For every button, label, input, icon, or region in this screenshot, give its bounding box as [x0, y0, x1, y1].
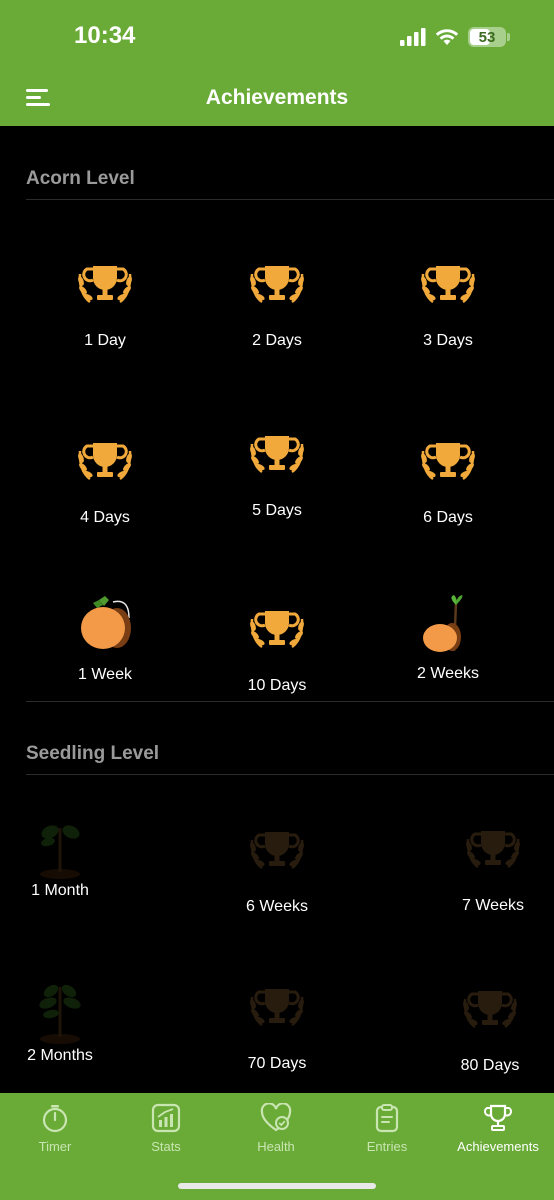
achievement-10-days[interactable]: 10 Days	[202, 605, 352, 695]
achievement-1-day[interactable]: 1 Day	[30, 260, 180, 350]
tab-label: Timer	[38, 1139, 72, 1154]
achievement-label: 4 Days	[80, 509, 130, 526]
trophy-icon	[250, 832, 304, 870]
achievement-2-weeks[interactable]: 2 Weeks	[373, 593, 523, 683]
section-title-seedling: Seedling Level	[26, 743, 160, 764]
achievement-label: 2 Days	[252, 332, 302, 349]
top-bar: 10:34 53 Achievements	[0, 0, 554, 126]
achievement-5-days[interactable]: 5 Days	[202, 430, 352, 520]
heart-check-icon	[260, 1103, 292, 1132]
achievement-2-days[interactable]: 2 Days	[202, 260, 352, 350]
achievement-1-week[interactable]: 1 Week	[30, 594, 180, 684]
achievement-label: 5 Days	[252, 502, 302, 519]
achievement-2-months[interactable]: 2 Months	[0, 975, 135, 1065]
clipboard-icon	[375, 1104, 399, 1133]
trophy-icon	[78, 266, 132, 304]
trophy-icon	[250, 989, 304, 1027]
tab-label: Stats	[151, 1139, 181, 1154]
tab-stats[interactable]: Stats	[111, 1093, 221, 1163]
trophy-icon	[421, 266, 475, 304]
achievement-70-days[interactable]: 70 Days	[202, 983, 352, 1073]
tab-entries[interactable]: Entries	[332, 1093, 442, 1163]
trophy-icon	[250, 436, 304, 474]
battery-icon: 53	[468, 27, 510, 47]
tab-label: Entries	[366, 1139, 408, 1154]
trophy-icon	[466, 831, 520, 869]
stopwatch-icon	[42, 1105, 68, 1133]
seedling-icon	[39, 984, 81, 1044]
achievement-label: 6 Days	[423, 509, 473, 526]
trophy-icon	[421, 443, 475, 481]
achievement-7-weeks[interactable]: 7 Weeks	[418, 825, 554, 915]
page-title: Achievements	[205, 86, 349, 109]
achievement-6-weeks[interactable]: 6 Weeks	[202, 826, 352, 916]
divider	[26, 701, 554, 702]
tab-health[interactable]: Health	[221, 1093, 331, 1163]
wifi-icon	[435, 29, 459, 45]
achievement-label: 2 Months	[27, 1047, 93, 1064]
tab-achievements[interactable]: Achievements	[443, 1093, 553, 1163]
achievement-3-days[interactable]: 3 Days	[373, 260, 523, 350]
achievement-label: 1 Week	[78, 666, 132, 683]
tab-label: Achievements	[457, 1139, 539, 1154]
achievement-label: 70 Days	[247, 1055, 307, 1072]
achievement-label: 6 Weeks	[246, 898, 308, 915]
achievement-label: 10 Days	[247, 677, 307, 694]
home-indicator[interactable]	[178, 1183, 376, 1189]
signal-icon	[400, 28, 426, 46]
achievement-label: 7 Weeks	[462, 897, 524, 914]
acorn-icon	[81, 596, 131, 649]
achievement-label: 1 Day	[84, 332, 126, 349]
trophy-icon	[463, 991, 517, 1029]
trophy-icon	[250, 611, 304, 649]
achievement-1-month[interactable]: 1 Month	[0, 810, 135, 900]
divider	[26, 199, 554, 200]
status-time: 10:34	[74, 22, 136, 49]
trophy-icon	[484, 1104, 512, 1131]
achievement-4-days[interactable]: 4 Days	[30, 437, 180, 527]
sprouting-acorn-icon	[423, 595, 463, 652]
battery-level: 53	[478, 28, 496, 46]
achievement-6-days[interactable]: 6 Days	[373, 437, 523, 527]
trophy-icon	[78, 443, 132, 481]
status-icons: 53	[400, 26, 510, 48]
tab-timer[interactable]: Timer	[0, 1093, 110, 1163]
achievement-label: 80 Days	[460, 1057, 520, 1074]
divider	[26, 774, 554, 775]
section-title-acorn: Acorn Level	[26, 168, 135, 189]
tab-label: Health	[257, 1139, 295, 1154]
achievement-label: 1 Month	[31, 882, 89, 899]
seedling-icon	[40, 825, 80, 879]
achievement-label: 2 Weeks	[417, 665, 479, 682]
achievement-label: 3 Days	[423, 332, 473, 349]
achievement-80-days[interactable]: 80 Days	[415, 985, 554, 1075]
chart-icon	[151, 1103, 181, 1133]
trophy-icon	[250, 266, 304, 304]
